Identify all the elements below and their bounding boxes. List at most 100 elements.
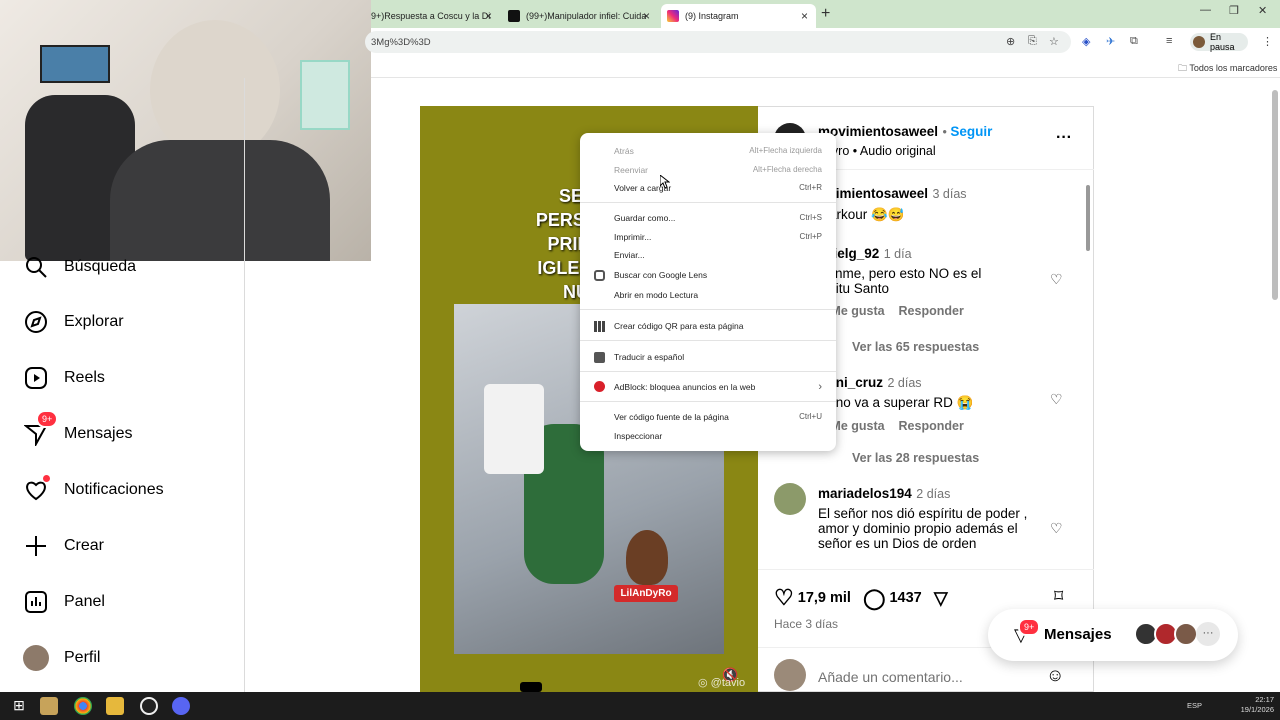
chairs xyxy=(484,384,544,474)
bookmark-icon[interactable]: ⌑ xyxy=(1054,586,1063,607)
menu-item-google-lens[interactable]: Buscar con Google Lens xyxy=(614,270,707,280)
shortcut-label: Alt+Flecha derecha xyxy=(752,165,822,174)
more-icon[interactable]: ··· xyxy=(1196,622,1220,646)
avatar[interactable] xyxy=(774,483,806,515)
watermark: ♪ @tavio xyxy=(974,676,1017,688)
profile-status: En pausa xyxy=(1210,32,1235,52)
reply-button[interactable]: Responder xyxy=(899,304,964,318)
follow-button[interactable]: Seguir xyxy=(950,124,992,139)
menu-item-qr-code[interactable]: Crear código QR para esta página xyxy=(614,321,743,331)
share-icon[interactable]: ▽ xyxy=(934,588,948,609)
all-bookmarks-button[interactable]: 🗀 Todos los marcadores xyxy=(1178,61,1277,77)
sidebar-item-dashboard[interactable]: Panel xyxy=(22,588,105,616)
menu-item-translate[interactable]: Traducir a español xyxy=(614,352,684,362)
reels-icon xyxy=(22,364,50,392)
puzzle-icon[interactable]: ⧉ xyxy=(1130,35,1138,48)
avatar xyxy=(1174,622,1198,646)
file-explorer-icon[interactable] xyxy=(106,697,124,715)
menu-item-view-source[interactable]: Ver código fuente de la página xyxy=(614,412,729,422)
close-icon[interactable]: × xyxy=(485,9,492,23)
extension-icon[interactable]: ◈ xyxy=(1082,35,1090,48)
creator-face xyxy=(626,530,668,585)
like-count[interactable]: 17,9 mil xyxy=(798,590,851,606)
zoom-icon[interactable]: ⊕ xyxy=(1006,35,1015,48)
new-tab-button[interactable]: + xyxy=(821,5,830,23)
author-username[interactable]: movimientosaweel xyxy=(818,124,938,139)
menu-icon[interactable]: ⋮ xyxy=(1262,35,1273,48)
audio-label[interactable]: ndyro • Audio original xyxy=(818,144,992,158)
creator-label: LilAnDyRo xyxy=(614,585,678,602)
like-comment-icon[interactable]: ♡ xyxy=(1050,391,1063,408)
scrollbar[interactable] xyxy=(1086,173,1092,569)
view-replies-button[interactable]: Ver las 28 respuestas xyxy=(852,451,979,465)
menu-item-inspect[interactable]: Inspeccionar xyxy=(614,431,662,441)
menu-item-back[interactable]: Atrás xyxy=(614,146,634,156)
minimize-button[interactable]: — xyxy=(1200,4,1211,16)
system-tray[interactable]: ESP 22:17 19/1/2026 xyxy=(1187,695,1274,715)
menu-item-adblock[interactable]: AdBlock: bloquea anuncios en la web xyxy=(614,382,755,392)
progress-marker xyxy=(520,682,542,692)
tab-title: (99+)Manipulador infiel: Cuida xyxy=(526,11,647,21)
sidebar-item-explore[interactable]: Explorar xyxy=(22,308,124,336)
like-icon[interactable]: ♡ xyxy=(774,585,794,611)
notification-dot xyxy=(42,474,51,483)
sidebar-item-notifications[interactable]: Notificaciones xyxy=(22,474,164,504)
sidebar-item-profile[interactable]: Perfil xyxy=(22,644,100,672)
install-icon[interactable]: ⎘ xyxy=(1028,35,1037,48)
page-scrollbar[interactable] xyxy=(1272,90,1278,300)
maximize-button[interactable]: ❐ xyxy=(1229,4,1239,17)
menu-separator xyxy=(580,371,836,372)
extension-icon[interactable]: ✈ xyxy=(1106,35,1115,48)
bookmark-star-icon[interactable]: ☆ xyxy=(1049,35,1059,48)
reply-button[interactable]: Responder xyxy=(899,419,964,433)
comment-text: El señor nos dió espíritu de poder , xyxy=(818,506,1028,521)
shortcut-label: Ctrl+P xyxy=(799,232,822,241)
caption-username[interactable]: ovimientosaweel xyxy=(820,186,928,201)
sidebar-item-create[interactable]: Crear xyxy=(22,532,104,560)
plus-icon xyxy=(22,532,50,560)
menu-item-send[interactable]: Enviar... xyxy=(614,250,645,260)
discord-icon[interactable] xyxy=(172,697,190,715)
comment-text: IA no va a superar RD 😭 xyxy=(820,395,974,410)
unread-badge: 9+ xyxy=(1018,618,1041,636)
sidebar-item-search[interactable]: Búsqueda xyxy=(22,253,136,281)
adblock-icon xyxy=(594,381,605,392)
like-comment-icon[interactable]: ♡ xyxy=(1050,520,1063,537)
caption-text: Parkour 😂😅 xyxy=(820,207,905,222)
profile-button[interactable]: En pausa xyxy=(1190,32,1248,52)
more-options-icon[interactable]: ··· xyxy=(1056,129,1072,147)
watermark: ◉ Oky xyxy=(1208,676,1240,689)
bookmarks-bar xyxy=(371,56,1280,78)
menu-separator xyxy=(580,401,836,402)
sidebar-item-reels[interactable]: Reels xyxy=(22,364,105,392)
close-icon[interactable]: × xyxy=(801,9,808,23)
sidebar-item-messages[interactable]: 9+ Mensajes xyxy=(22,410,133,448)
tab-instagram[interactable]: (9) Instagram × xyxy=(661,4,816,28)
close-window-button[interactable]: ✕ xyxy=(1258,4,1267,17)
messages-dock[interactable]: ▽ 9+ Mensajes ··· xyxy=(988,609,1238,661)
comment-icon[interactable]: ◯ xyxy=(863,586,885,611)
menu-item-save-as[interactable]: Guardar como... xyxy=(614,213,675,223)
instagram-icon xyxy=(667,10,679,22)
tab-tiktok[interactable]: (99+)Manipulador infiel: Cuida × xyxy=(502,4,658,28)
view-replies-button[interactable]: Ver las 65 respuestas xyxy=(852,340,979,354)
avatar xyxy=(774,659,806,691)
comment-username[interactable]: mariadelos194 xyxy=(818,486,912,501)
emoji-icon[interactable]: ☺ xyxy=(1046,665,1064,686)
comment-text: nenme, pero esto NO es el xyxy=(820,266,982,281)
menu-item-reading-mode[interactable]: Abrir en modo Lectura xyxy=(614,290,698,300)
menu-item-forward[interactable]: Reenviar xyxy=(614,165,648,175)
obs-icon[interactable] xyxy=(140,697,158,715)
close-icon[interactable]: × xyxy=(643,9,650,23)
comment-input[interactable]: Añade un comentario... xyxy=(818,669,963,685)
address-bar[interactable]: 3Mg%3D%3D xyxy=(365,31,1071,53)
windows-start-icon[interactable]: ⊞ xyxy=(10,697,28,715)
tab-search-icon[interactable]: ≡ xyxy=(1166,35,1172,47)
media-app-icon[interactable] xyxy=(40,697,58,715)
chrome-icon[interactable] xyxy=(74,697,92,715)
menu-item-print[interactable]: Imprimir... xyxy=(614,232,651,242)
chart-icon xyxy=(22,588,50,616)
like-comment-icon[interactable]: ♡ xyxy=(1050,271,1063,288)
tab-youtube[interactable]: 9+)Respuesta a Coscu y la Di × xyxy=(365,4,500,28)
sidebar-item-label: Mensajes xyxy=(64,425,133,442)
